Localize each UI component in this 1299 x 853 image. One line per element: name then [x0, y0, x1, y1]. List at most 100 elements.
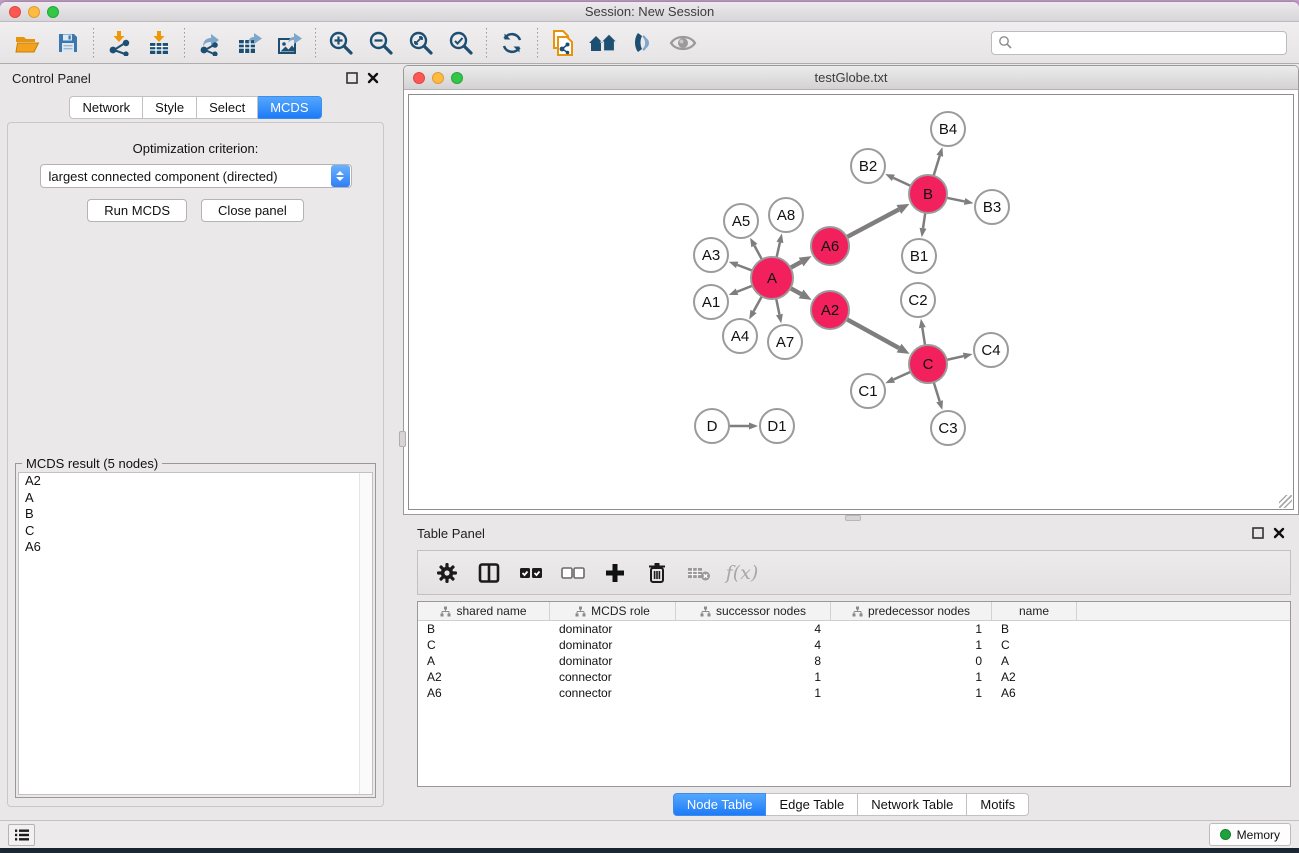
- mcds-result-item[interactable]: A2: [19, 473, 372, 490]
- table-row[interactable]: A2connector11A2: [418, 669, 1290, 685]
- graph-edge-B-B1[interactable]: [923, 212, 925, 228]
- cell-predecessor-nodes[interactable]: 1: [831, 622, 992, 636]
- cell-predecessor-nodes[interactable]: 1: [831, 686, 992, 700]
- criterion-select[interactable]: largest connected component (directed): [40, 164, 352, 188]
- refresh-button[interactable]: [492, 26, 532, 60]
- graph-edge-C-C4[interactable]: [946, 356, 964, 360]
- network-zoom-button[interactable]: [451, 72, 463, 84]
- float-panel-icon[interactable]: [1252, 527, 1264, 539]
- network-canvas[interactable]: B4B2BB3A5A8A6A3B1AA1C2A2A4A7CC4C1C3DD1: [408, 94, 1294, 510]
- cell-successor-nodes[interactable]: 8: [676, 654, 831, 668]
- window-resize-grip[interactable]: [1279, 495, 1292, 508]
- cell-successor-nodes[interactable]: 4: [676, 622, 831, 636]
- cell-MCDS-role[interactable]: dominator: [550, 654, 676, 668]
- tab-network-table[interactable]: Network Table: [858, 793, 967, 816]
- close-panel-icon[interactable]: [367, 72, 379, 84]
- node-table[interactable]: shared nameMCDS rolesuccessor nodesprede…: [417, 601, 1291, 787]
- tab-motifs[interactable]: Motifs: [967, 793, 1029, 816]
- graph-edge-A-A4[interactable]: [754, 296, 763, 312]
- graph-edge-A-A8[interactable]: [776, 242, 780, 258]
- function-builder-button[interactable]: f(x): [722, 555, 760, 591]
- column-header-MCDS-role[interactable]: MCDS role: [550, 602, 676, 620]
- cell-predecessor-nodes[interactable]: 1: [831, 638, 992, 652]
- minimize-window-button[interactable]: [28, 6, 40, 18]
- graph-edge-B-B3[interactable]: [946, 198, 965, 202]
- select-all-button[interactable]: [512, 555, 550, 591]
- graphics-details-button[interactable]: [623, 26, 663, 60]
- zoom-window-button[interactable]: [47, 6, 59, 18]
- zoom-out-button[interactable]: [361, 26, 401, 60]
- delete-column-button[interactable]: [638, 555, 676, 591]
- open-session-button[interactable]: [8, 26, 48, 60]
- network-graph[interactable]: B4B2BB3A5A8A6A3B1AA1C2A2A4A7CC4C1C3DD1: [409, 95, 1295, 515]
- table-row[interactable]: Bdominator41B: [418, 621, 1290, 637]
- cell-name[interactable]: A6: [992, 686, 1077, 700]
- graph-edge-A-A7[interactable]: [776, 298, 779, 315]
- tab-select[interactable]: Select: [197, 96, 258, 119]
- table-row[interactable]: Adominator80A: [418, 653, 1290, 669]
- import-network-button[interactable]: [99, 26, 139, 60]
- deselect-all-button[interactable]: [554, 555, 592, 591]
- panel-divider-grip-horizontal[interactable]: [845, 515, 861, 521]
- cell-MCDS-role[interactable]: dominator: [550, 638, 676, 652]
- graph-edge-A-A1[interactable]: [737, 285, 753, 291]
- network-close-button[interactable]: [413, 72, 425, 84]
- network-window-titlebar[interactable]: testGlobe.txt: [404, 66, 1298, 90]
- graph-edge-B-B4[interactable]: [933, 156, 939, 177]
- cell-predecessor-nodes[interactable]: 0: [831, 654, 992, 668]
- graph-edge-C-C3[interactable]: [933, 381, 939, 401]
- memory-button[interactable]: Memory: [1209, 823, 1291, 846]
- graph-edge-C-C1[interactable]: [894, 371, 912, 379]
- run-mcds-button[interactable]: Run MCDS: [87, 199, 187, 222]
- cell-shared-name[interactable]: B: [418, 622, 550, 636]
- tab-mcds[interactable]: MCDS: [258, 96, 321, 119]
- mcds-result-list[interactable]: A2ABCA6: [18, 472, 373, 795]
- zoom-fit-button[interactable]: [401, 26, 441, 60]
- delete-table-button[interactable]: [680, 555, 718, 591]
- cell-successor-nodes[interactable]: 4: [676, 638, 831, 652]
- cell-predecessor-nodes[interactable]: 1: [831, 670, 992, 684]
- cell-shared-name[interactable]: A2: [418, 670, 550, 684]
- show-columns-button[interactable]: [470, 555, 508, 591]
- table-row[interactable]: A6connector11A6: [418, 685, 1290, 701]
- home-button[interactable]: [583, 26, 623, 60]
- mcds-result-item[interactable]: A6: [19, 539, 372, 556]
- table-row[interactable]: Cdominator41C: [418, 637, 1290, 653]
- zoom-in-button[interactable]: [321, 26, 361, 60]
- mcds-result-item[interactable]: B: [19, 506, 372, 523]
- graph-edge-A6-B[interactable]: [846, 209, 899, 237]
- tab-node-table[interactable]: Node Table: [673, 793, 767, 816]
- cell-successor-nodes[interactable]: 1: [676, 670, 831, 684]
- search-field[interactable]: [991, 31, 1287, 55]
- tab-edge-table[interactable]: Edge Table: [766, 793, 858, 816]
- column-header-name[interactable]: name: [992, 602, 1077, 620]
- cell-shared-name[interactable]: A: [418, 654, 550, 668]
- list-scrollbar[interactable]: [359, 473, 372, 794]
- cell-MCDS-role[interactable]: connector: [550, 686, 676, 700]
- cell-MCDS-role[interactable]: connector: [550, 670, 676, 684]
- column-header-predecessor-nodes[interactable]: predecessor nodes: [831, 602, 992, 620]
- export-image-button[interactable]: [270, 26, 310, 60]
- export-table-button[interactable]: [230, 26, 270, 60]
- graph-edge-A2-C[interactable]: [846, 319, 899, 348]
- mcds-result-item[interactable]: C: [19, 523, 372, 540]
- export-network-button[interactable]: [190, 26, 230, 60]
- zoom-selected-button[interactable]: [441, 26, 481, 60]
- graph-edge-A-A5[interactable]: [754, 246, 762, 261]
- task-history-button[interactable]: [8, 824, 35, 846]
- close-panel-icon[interactable]: [1273, 527, 1285, 539]
- import-table-button[interactable]: [139, 26, 179, 60]
- column-header-shared-name[interactable]: shared name: [418, 602, 550, 620]
- cell-successor-nodes[interactable]: 1: [676, 686, 831, 700]
- tab-network[interactable]: Network: [69, 96, 143, 119]
- network-minimize-button[interactable]: [432, 72, 444, 84]
- graph-edge-B-B2[interactable]: [893, 178, 911, 187]
- close-panel-button[interactable]: Close panel: [201, 199, 304, 222]
- cell-shared-name[interactable]: A6: [418, 686, 550, 700]
- close-window-button[interactable]: [9, 6, 21, 18]
- cell-name[interactable]: C: [992, 638, 1077, 652]
- graph-edge-C-C2[interactable]: [922, 328, 925, 347]
- network-file-button[interactable]: [543, 26, 583, 60]
- save-session-button[interactable]: [48, 26, 88, 60]
- panel-divider-grip-vertical[interactable]: [399, 431, 406, 447]
